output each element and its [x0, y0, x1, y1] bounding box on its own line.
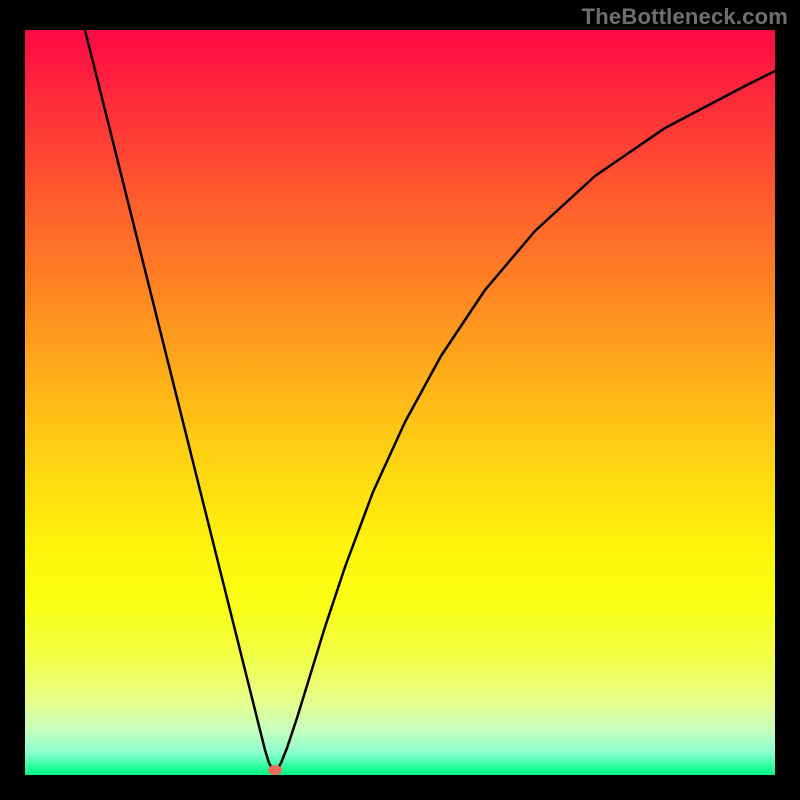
watermark-text: TheBottleneck.com [582, 4, 788, 30]
chart-frame: TheBottleneck.com [0, 0, 800, 800]
chart-svg [25, 30, 775, 775]
curve-line [85, 30, 775, 770]
minimum-marker [268, 765, 282, 775]
plot-area [25, 30, 775, 775]
